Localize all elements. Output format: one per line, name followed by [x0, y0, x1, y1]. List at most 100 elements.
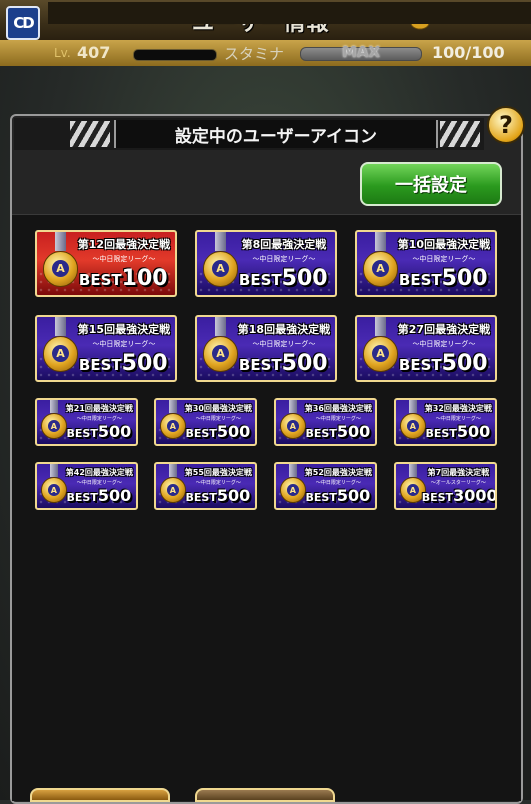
user-icon-card[interactable]: A 第12回最強決定戦 〜中日限定リーグ〜 BEST100: [35, 230, 177, 297]
best-prefix: BEST: [66, 427, 98, 441]
best-number: 500: [97, 486, 132, 506]
icon-title: 第27回最強決定戦: [397, 322, 491, 336]
user-icon-card[interactable]: A 第10回最強決定戦 〜中日限定リーグ〜 BEST500: [355, 230, 497, 297]
icon-subtitle: 〜中日限定リーグ〜: [412, 340, 476, 349]
icon-subtitle: 〜中日限定リーグ〜: [195, 416, 241, 423]
user-icon-card[interactable]: A 第30回最強決定戦 〜中日限定リーグ〜 BEST500: [154, 398, 257, 446]
user-icon-card[interactable]: A 第52回最強決定戦 〜中日限定リーグ〜 BEST500: [274, 462, 377, 510]
best-number: 3000: [453, 486, 497, 506]
best-number: 500: [97, 422, 132, 442]
level-value: 407: [77, 43, 111, 62]
icon-subtitle: 〜中日限定リーグ〜: [315, 480, 361, 487]
icon-title: 第15回最強決定戦: [77, 322, 171, 336]
best-number: 500: [216, 422, 251, 442]
best-rank: BEST500: [63, 486, 135, 505]
best-prefix: BEST: [238, 271, 282, 290]
best-rank: BEST100: [73, 266, 174, 291]
best-rank: BEST500: [233, 351, 334, 376]
user-icon-card[interactable]: A 第8回最強決定戦 〜中日限定リーグ〜 BEST500: [195, 230, 337, 297]
ribbon-icon: [214, 232, 226, 251]
best-prefix: BEST: [78, 271, 122, 290]
ribbon-icon: [214, 317, 226, 336]
best-prefix: BEST: [398, 356, 442, 375]
best-prefix: BEST: [185, 427, 217, 441]
best-prefix: BEST: [398, 271, 442, 290]
best-prefix: BEST: [305, 491, 337, 505]
best-number: 500: [336, 422, 371, 442]
help-button[interactable]: ?: [487, 106, 525, 144]
team-logo[interactable]: CD: [6, 6, 40, 40]
status-bar-inner: [48, 2, 531, 24]
ribbon-icon: [374, 317, 386, 336]
icon-subtitle: 〜中日限定リーグ〜: [195, 480, 241, 487]
header-stripe-left: [70, 121, 110, 147]
best-number: 500: [281, 266, 328, 292]
icon-title: 第12回最強決定戦: [77, 237, 171, 251]
best-rank: BEST500: [182, 422, 254, 441]
best-number: 500: [121, 351, 168, 377]
best-rank: BEST3000: [422, 486, 497, 506]
ribbon-icon: [49, 400, 58, 414]
icon-title: 第21回最強決定戦: [65, 403, 133, 413]
ribbon-icon: [408, 464, 417, 478]
icon-title: 第36回最強決定戦: [304, 403, 372, 413]
stamina-max-label: MAX: [342, 43, 381, 61]
user-icon-card[interactable]: A 第15回最強決定戦 〜中日限定リーグ〜 BEST500: [35, 315, 177, 382]
best-prefix: BEST: [425, 427, 457, 441]
icon-subtitle: 〜中日限定リーグ〜: [315, 416, 361, 423]
ribbon-icon: [408, 400, 417, 414]
ribbon-icon: [168, 400, 177, 414]
user-icon-card[interactable]: A 第42回最強決定戦 〜中日限定リーグ〜 BEST500: [35, 462, 138, 510]
icon-title: 第10回最強決定戦: [397, 237, 491, 251]
best-number: 500: [281, 351, 328, 377]
best-rank: BEST500: [302, 422, 374, 441]
user-icon-card[interactable]: A 第36回最強決定戦 〜中日限定リーグ〜 BEST500: [274, 398, 377, 446]
user-icon-card[interactable]: A 第7回最強決定戦 〜オールスターリーグ〜 BEST3000: [394, 462, 497, 510]
icon-title: 第42回最強決定戦: [65, 467, 133, 477]
best-rank: BEST500: [233, 266, 334, 291]
ribbon-icon: [168, 464, 177, 478]
icon-title: 第55回最強決定戦: [184, 467, 252, 477]
question-icon: ?: [499, 111, 513, 139]
user-icon-card[interactable]: A 第55回最強決定戦 〜中日限定リーグ〜 BEST500: [154, 462, 257, 510]
best-prefix: BEST: [185, 491, 217, 505]
icon-title: 第7回最強決定戦: [427, 467, 490, 477]
icon-subtitle: 〜中日限定リーグ〜: [435, 416, 481, 423]
best-rank: BEST500: [393, 266, 494, 291]
icon-title: 第30回最強決定戦: [184, 403, 252, 413]
panel-title: 設定中のユーザーアイコン: [114, 120, 438, 148]
icon-title: 第52回最強決定戦: [304, 467, 372, 477]
level-prefix: Lv.: [54, 46, 71, 60]
best-number: 100: [121, 266, 168, 292]
icon-subtitle: 〜中日限定リーグ〜: [92, 255, 156, 264]
icon-title: 第32回最強決定戦: [424, 403, 492, 413]
best-number: 500: [441, 351, 488, 377]
icon-subtitle: 〜中日限定リーグ〜: [252, 255, 316, 264]
best-prefix: BEST: [66, 491, 98, 505]
best-number: 500: [441, 266, 488, 292]
icon-subtitle: 〜オールスターリーグ〜: [430, 480, 486, 487]
icon-subtitle: 〜中日限定リーグ〜: [412, 255, 476, 264]
user-icon-card[interactable]: A 第27回最強決定戦 〜中日限定リーグ〜 BEST500: [355, 315, 497, 382]
icon-subtitle: 〜中日限定リーグ〜: [252, 340, 316, 349]
ribbon-icon: [54, 317, 66, 336]
best-rank: BEST500: [63, 422, 135, 441]
best-rank: BEST500: [182, 486, 254, 505]
icon-title: 第8回最強決定戦: [241, 237, 327, 251]
stamina-label: スタミナ: [224, 45, 285, 63]
user-icon-card[interactable]: A 第21回最強決定戦 〜中日限定リーグ〜 BEST500: [35, 398, 138, 446]
ribbon-icon: [374, 232, 386, 251]
best-prefix: BEST: [238, 356, 282, 375]
header-stripe-right: [440, 121, 480, 147]
ribbon-icon: [288, 400, 297, 414]
best-prefix: BEST: [78, 356, 122, 375]
icon-subtitle: 〜中日限定リーグ〜: [76, 416, 122, 423]
icon-subtitle: 〜中日限定リーグ〜: [76, 480, 122, 487]
best-number: 500: [456, 422, 491, 442]
user-icon-card[interactable]: A 第18回最強決定戦 〜中日限定リーグ〜 BEST500: [195, 315, 337, 382]
best-number: 500: [216, 486, 251, 506]
user-icon-card[interactable]: A 第32回最強決定戦 〜中日限定リーグ〜 BEST500: [394, 398, 497, 446]
best-rank: BEST500: [393, 351, 494, 376]
ribbon-icon: [49, 464, 58, 478]
bulk-set-button[interactable]: 一括設定: [360, 162, 502, 206]
